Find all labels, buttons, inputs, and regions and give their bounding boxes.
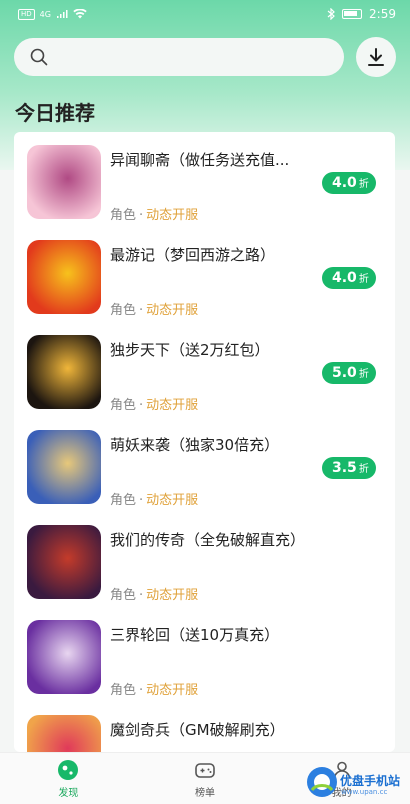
game-thumbnail[interactable] (27, 620, 101, 694)
server-status: 动态开服 (146, 303, 199, 318)
game-list-item[interactable]: 独步天下（送2万红包） 角色 · 动态开服 5.0 折 (14, 322, 395, 417)
watermark-url: www.upan.cc (341, 788, 388, 796)
game-list-item[interactable]: 萌妖来袭（独家30倍充） 角色 · 动态开服 3.5 折 (14, 417, 395, 512)
game-meta: 角色 · 动态开服 (110, 679, 198, 698)
game-meta: 角色 · 动态开服 (110, 394, 198, 413)
game-thumbnail[interactable] (27, 240, 101, 314)
game-category: 角色 (110, 683, 137, 698)
section-title: 今日推荐 (15, 101, 95, 125)
game-meta: 角色 · 动态开服 (110, 584, 198, 603)
game-category: 角色 (110, 398, 137, 413)
game-title[interactable]: 魔剑奇兵（GM破解刷充） (110, 719, 285, 740)
watermark-text: 优盘手机站 (340, 774, 401, 788)
game-category: 角色 (110, 208, 137, 223)
discount-value: 4.0 (332, 270, 357, 286)
discount-badge: 3.5 折 (322, 457, 376, 479)
game-list-item[interactable]: 我们的传奇（全免破解直充） 角色 · 动态开服 (14, 512, 395, 607)
discount-unit: 折 (358, 464, 369, 475)
status-time: 2:59 (369, 7, 396, 21)
meta-separator: · (139, 208, 144, 223)
server-status: 动态开服 (146, 588, 199, 603)
server-status: 动态开服 (146, 493, 199, 508)
game-title[interactable]: 独步天下（送2万红包） (110, 339, 270, 360)
battery-icon (342, 9, 363, 19)
network-badge: 4G (39, 9, 51, 19)
meta-separator: · (139, 493, 144, 508)
discount-value: 5.0 (332, 365, 357, 381)
game-list: 异闻聊斋（做任务送充值... 角色 · 动态开服 4.0 折最游记（梦回西游之路） 角色 · 动… (14, 132, 395, 752)
status-bar: HD 4G 2:59 (0, 0, 410, 28)
discount-value: 4.0 (332, 175, 357, 191)
server-status: 动态开服 (146, 683, 199, 698)
game-title[interactable]: 异闻聊斋（做任务送充值... (110, 149, 289, 170)
game-thumbnail[interactable] (27, 335, 101, 409)
game-list-item[interactable]: 魔剑奇兵（GM破解刷充） (14, 702, 395, 752)
discount-unit: 折 (358, 369, 369, 380)
hd-badge: HD (18, 8, 35, 20)
meta-separator: · (139, 398, 144, 413)
server-status: 动态开服 (146, 208, 199, 223)
wifi-icon (73, 9, 87, 19)
game-category: 角色 (110, 588, 137, 603)
game-meta: 角色 · 动态开服 (110, 299, 198, 318)
meta-separator: · (139, 303, 144, 318)
game-thumbnail[interactable] (27, 430, 101, 504)
meta-separator: · (139, 588, 144, 603)
discount-badge: 5.0 折 (322, 362, 376, 384)
game-category: 角色 (110, 493, 137, 508)
search-input[interactable] (56, 49, 336, 65)
game-title[interactable]: 最游记（梦回西游之路） (110, 244, 275, 265)
game-thumbnail[interactable] (27, 525, 101, 599)
game-list-item[interactable]: 最游记（梦回西游之路） 角色 · 动态开服 4.0 折 (14, 227, 395, 322)
game-thumbnail[interactable] (27, 715, 101, 752)
tab-rank[interactable]: 榜单 (137, 753, 274, 804)
search-icon (30, 48, 48, 66)
meta-separator: · (139, 683, 144, 698)
game-title[interactable]: 我们的传奇（全免破解直充） (110, 529, 305, 550)
search-bar[interactable] (14, 38, 344, 76)
game-meta: 角色 · 动态开服 (110, 489, 198, 508)
download-icon (368, 48, 384, 66)
download-button[interactable] (356, 37, 396, 77)
game-list-item[interactable]: 三界轮回（送10万真充） 角色 · 动态开服 (14, 607, 395, 702)
tab-discover[interactable]: 发现 (0, 753, 137, 804)
discover-icon (58, 759, 79, 780)
discount-unit: 折 (358, 179, 369, 190)
discount-value: 3.5 (332, 460, 357, 476)
bluetooth-icon (327, 8, 335, 20)
signal-icon (56, 10, 68, 18)
tab-label: 榜单 (195, 787, 215, 799)
game-title[interactable]: 萌妖来袭（独家30倍充） (110, 434, 279, 455)
game-title[interactable]: 三界轮回（送10万真充） (110, 624, 279, 645)
game-category: 角色 (110, 303, 137, 318)
game-thumbnail[interactable] (27, 145, 101, 219)
discount-badge: 4.0 折 (322, 267, 376, 289)
tab-label: 发现 (58, 787, 79, 799)
game-list-item[interactable]: 异闻聊斋（做任务送充值... 角色 · 动态开服 4.0 折 (14, 132, 395, 227)
discount-badge: 4.0 折 (322, 172, 376, 194)
discount-unit: 折 (358, 274, 369, 285)
gamepad-icon (195, 762, 215, 778)
server-status: 动态开服 (146, 398, 199, 413)
game-meta: 角色 · 动态开服 (110, 204, 198, 223)
